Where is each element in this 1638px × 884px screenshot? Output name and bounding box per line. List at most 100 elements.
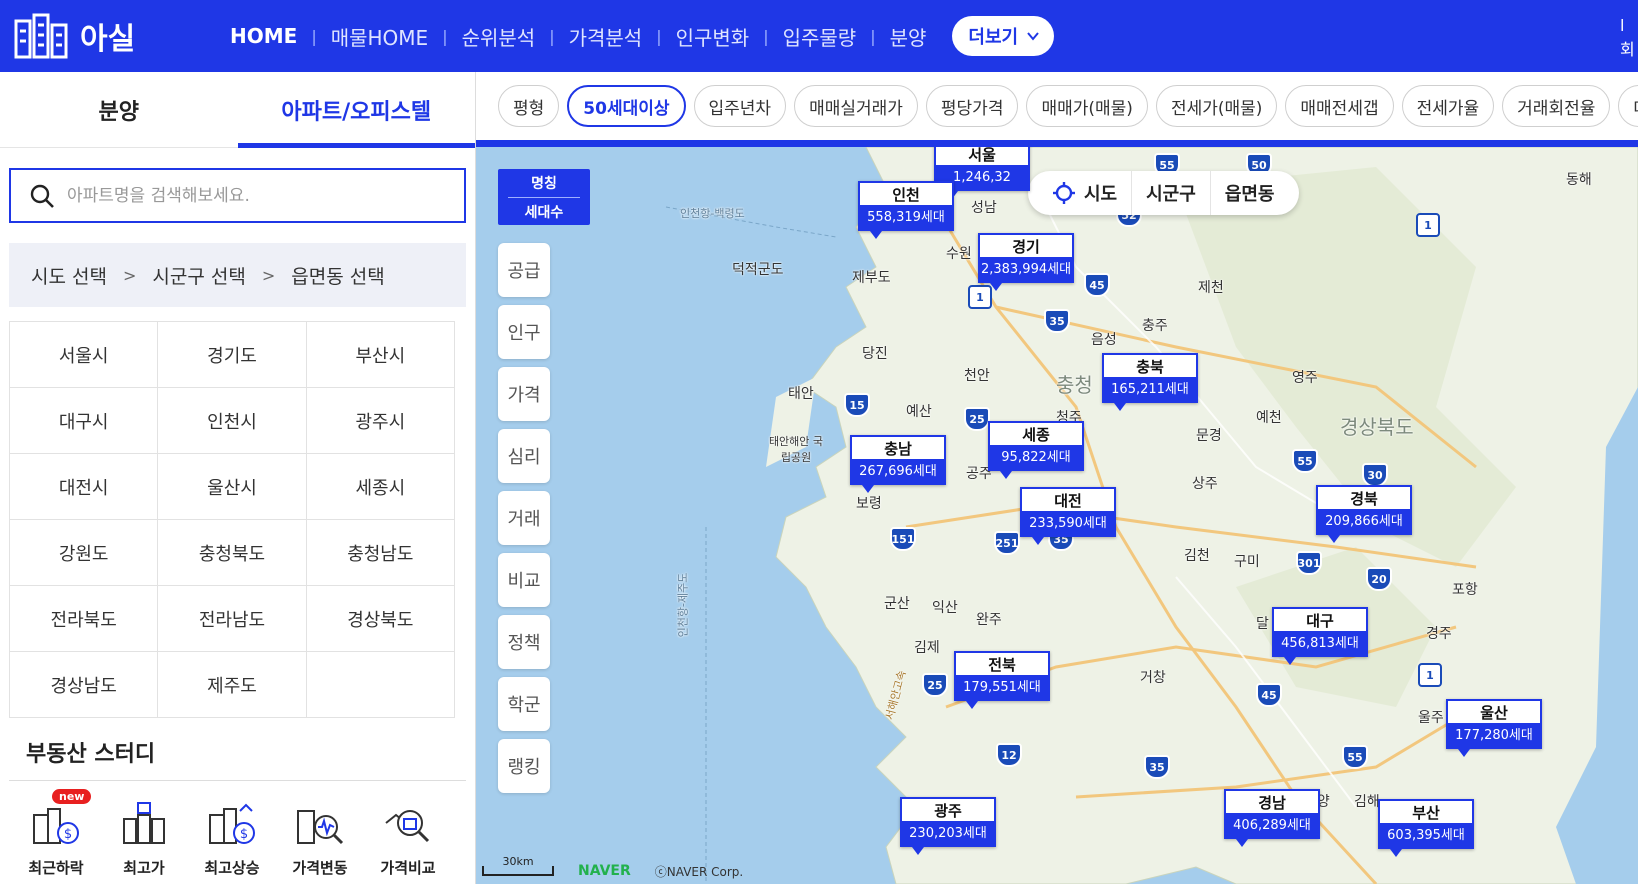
- region-item[interactable]: 서울시: [10, 322, 159, 388]
- nav-price-analysis[interactable]: 가격분석: [555, 22, 657, 51]
- side-btn-supply[interactable]: 공급: [498, 243, 550, 297]
- region-marker[interactable]: 광주 230,203세대: [900, 797, 996, 855]
- level-tab-sido[interactable]: 시도: [1038, 171, 1131, 215]
- region-item[interactable]: 충청북도: [158, 520, 307, 586]
- side-btn-compare[interactable]: 비교: [498, 553, 550, 607]
- region-marker[interactable]: 충북 165,211세대: [1102, 353, 1198, 411]
- region-item[interactable]: 강원도: [10, 520, 159, 586]
- side-btn-policy[interactable]: 정책: [498, 615, 550, 669]
- chip-area[interactable]: 평형: [498, 85, 560, 127]
- side-btn-ranking[interactable]: 랭킹: [498, 739, 550, 793]
- nav-ranking[interactable]: 순위분석: [448, 22, 550, 51]
- study-highest-price[interactable]: 최고가: [104, 801, 184, 878]
- tab-apartment-officetel[interactable]: 아파트/오피스텔: [237, 72, 476, 148]
- region-item[interactable]: 인천시: [158, 388, 307, 454]
- side-btn-population[interactable]: 인구: [498, 305, 550, 359]
- user-menu-partial[interactable]: l 회: [1620, 14, 1638, 64]
- building-logo-icon: [14, 13, 68, 59]
- region-item[interactable]: 전라남도: [158, 586, 307, 652]
- side-btn-school[interactable]: 학군: [498, 677, 550, 731]
- nav-population[interactable]: 인구변화: [662, 22, 764, 51]
- building-up-icon: $: [209, 803, 255, 844]
- tab-presale[interactable]: 분양: [0, 72, 238, 147]
- region-item[interactable]: 전라북도: [10, 586, 159, 652]
- building-down-icon: $: [33, 808, 79, 844]
- place-label: 울주: [1418, 710, 1444, 726]
- study-recent-drop[interactable]: new $ 최근하락: [16, 789, 96, 878]
- level-tab-eupmyeondong[interactable]: 읍면동: [1209, 171, 1289, 215]
- region-marker[interactable]: 경남 406,289세대: [1224, 789, 1320, 847]
- nav-listing-home[interactable]: 매물HOME: [317, 22, 442, 51]
- region-item[interactable]: 부산시: [306, 322, 455, 388]
- place-label: 보령: [856, 496, 882, 512]
- chip-jeonse-ratio[interactable]: 전세가율: [1401, 85, 1495, 127]
- breadcrumb-eupmyeondong[interactable]: 읍면동 선택: [291, 262, 384, 289]
- region-marker[interactable]: 대구 456,813세대: [1272, 607, 1368, 665]
- logo[interactable]: 아실: [12, 11, 192, 61]
- side-btn-sentiment[interactable]: 심리: [498, 429, 550, 483]
- chip-50-households[interactable]: 50세대이상: [567, 85, 686, 127]
- region-marker[interactable]: 전북 179,551세대: [954, 651, 1050, 709]
- study-price-change[interactable]: 가격변동: [280, 801, 360, 878]
- region-marker[interactable]: 울산 177,280세대: [1446, 699, 1542, 757]
- study-label: 가격변동: [292, 859, 348, 877]
- nav-supply[interactable]: 입주물량: [769, 22, 871, 51]
- region-item[interactable]: 울산시: [158, 454, 307, 520]
- region-item[interactable]: 제주도: [158, 652, 307, 718]
- nav-home[interactable]: HOME: [216, 24, 311, 48]
- marker-name: 대전: [1020, 487, 1116, 511]
- place-label: 수원: [946, 246, 972, 262]
- region-marker[interactable]: 대전 233,590세대: [1020, 487, 1116, 545]
- left-tabs: 분양 아파트/오피스텔: [0, 72, 475, 148]
- logo-text: 아실: [80, 22, 136, 57]
- map-view[interactable]: 성남 수원 덕적군도 제부도 제천 충주 음성 당진 천안 충청 영주 태안 예…: [476, 147, 1638, 884]
- svg-text:$: $: [64, 827, 72, 842]
- chip-years-since-move-in[interactable]: 입주년차: [693, 85, 787, 127]
- route-label: 인천항-백령도: [680, 207, 745, 220]
- apartment-search-input[interactable]: [67, 185, 427, 206]
- region-marker[interactable]: 세종 95,822세대: [988, 421, 1084, 479]
- chip-sale-listing[interactable]: 매매가(매물): [1026, 85, 1148, 127]
- chip-turnover[interactable]: 거래회전율: [1502, 85, 1611, 127]
- breadcrumb-sido[interactable]: 시도 선택: [31, 262, 107, 289]
- study-price-compare[interactable]: 가격비교: [368, 801, 448, 878]
- place-label: 제부도: [852, 270, 891, 286]
- chip-jeonse-listing[interactable]: 전세가(매물): [1155, 85, 1278, 127]
- side-btn-trade[interactable]: 거래: [498, 491, 550, 545]
- place-label: 영주: [1292, 370, 1318, 386]
- region-item[interactable]: 대전시: [10, 454, 159, 520]
- region-marker[interactable]: 충남 267,696세대: [850, 435, 946, 493]
- user-menu-text: 회: [1620, 40, 1635, 59]
- region-item[interactable]: 광주시: [306, 388, 455, 454]
- region-marker[interactable]: 부산 603,395세대: [1378, 799, 1474, 857]
- breadcrumb-sigungu[interactable]: 시군구 선택: [152, 262, 245, 289]
- place-label: 완주: [976, 612, 1002, 628]
- label-toggle[interactable]: 명칭 세대수: [498, 169, 590, 225]
- chip-price-per-pyeong[interactable]: 평당가격: [925, 85, 1019, 127]
- route-shield: 1: [968, 285, 992, 309]
- region-item[interactable]: 세종시: [306, 454, 455, 520]
- marker-count: 2,383,994세대: [978, 257, 1074, 283]
- chip-sale-jeonse-gap[interactable]: 매매전세갭: [1285, 85, 1394, 127]
- region-item[interactable]: 경기도: [158, 322, 307, 388]
- marker-name: 충북: [1102, 353, 1198, 377]
- region-marker[interactable]: 경기 2,383,994세대: [978, 233, 1074, 291]
- more-button[interactable]: 더보기: [952, 16, 1055, 56]
- region-item[interactable]: 대구시: [10, 388, 159, 454]
- study-highest-rise[interactable]: $ 최고상승: [192, 801, 272, 878]
- nav-presale[interactable]: 분양: [876, 22, 941, 51]
- chip-land[interactable]: 대지지: [1618, 85, 1638, 127]
- place-label: 천안: [964, 368, 990, 384]
- level-tab-sigungu[interactable]: 시군구: [1131, 171, 1210, 215]
- side-btn-price[interactable]: 가격: [498, 367, 550, 421]
- region-marker[interactable]: 인천 558,319세대: [858, 181, 954, 239]
- place-label: 제천: [1198, 280, 1224, 296]
- region-marker[interactable]: 경북 209,866세대: [1316, 485, 1412, 543]
- marker-count: 233,590세대: [1020, 511, 1116, 537]
- chip-sale-price[interactable]: 매매실거래가: [794, 85, 918, 127]
- region-item[interactable]: 경상북도: [306, 586, 455, 652]
- building-magnifier-icon: [297, 810, 344, 845]
- marker-name: 광주: [900, 797, 996, 821]
- region-item[interactable]: 충청남도: [306, 520, 455, 586]
- region-item[interactable]: 경상남도: [10, 652, 159, 718]
